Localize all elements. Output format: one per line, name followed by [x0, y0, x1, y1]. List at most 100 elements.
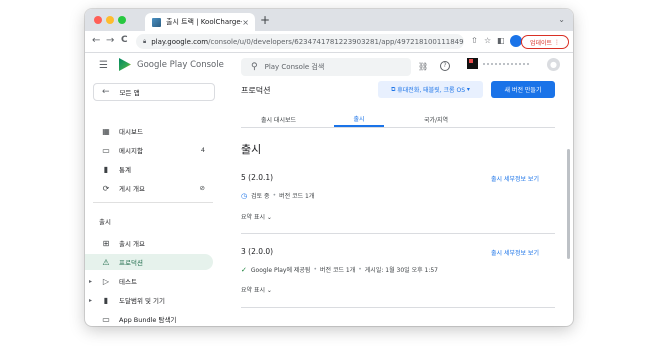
- play-circle-icon: ▷: [102, 276, 110, 286]
- sidebar-item-label: App Bundle 탐색기: [119, 316, 177, 324]
- sidebar-item-label: 게시 개요: [119, 185, 145, 193]
- tab-strip: 출시 트랙 | KoolCharge-클리지 × + ⌄: [85, 9, 573, 31]
- sidebar-section-release: 출시: [99, 218, 111, 226]
- page-title: 프로덕션: [241, 86, 271, 95]
- app-header: ☰ Google Play Console ⚲ Play Console 검색 …: [85, 53, 573, 77]
- menu-icon[interactable]: ☰: [99, 60, 108, 71]
- tab-release-dashboard[interactable]: 출시 대시보드: [241, 111, 316, 127]
- sidebar-item-release-overview[interactable]: ⊞ 출시 개요: [85, 235, 213, 251]
- sidebar-item-testing[interactable]: ▸ ▷ 테스트: [85, 273, 213, 289]
- expand-caret-icon[interactable]: ▸: [89, 297, 92, 304]
- bookmark-star-icon[interactable]: ☆: [484, 36, 491, 45]
- play-console-favicon: [152, 17, 161, 27]
- tab-countries[interactable]: 국가/지역: [391, 111, 481, 127]
- tab-close-icon[interactable]: ×: [242, 18, 249, 27]
- section-title: 출시: [241, 143, 262, 156]
- search-input[interactable]: ⚲ Play Console 검색: [241, 58, 411, 76]
- sidebar-item-label: 통계: [119, 166, 131, 174]
- chevron-down-icon: ⌄: [266, 287, 272, 294]
- back-button[interactable]: ←: [92, 35, 100, 46]
- expand-caret-icon[interactable]: ▸: [89, 278, 92, 285]
- release-divider: [241, 233, 555, 234]
- inbox-icon: ▭: [102, 145, 110, 155]
- link-icon[interactable]: ⛓: [418, 62, 428, 71]
- developer-account-name[interactable]: [483, 63, 529, 68]
- reload-button[interactable]: C: [121, 35, 128, 45]
- google-play-logo: [119, 58, 131, 71]
- sidebar-divider: [93, 202, 213, 203]
- release-status: ◷ 검토 중 • 버전 코드 1개: [241, 191, 315, 201]
- all-apps-button[interactable]: ← 모든 앱: [93, 83, 215, 101]
- check-circle-icon: ✓: [241, 265, 247, 274]
- chevron-down-icon: ⌄: [266, 214, 272, 221]
- sidebar-item-label: 출시 개요: [119, 240, 145, 248]
- brand-name[interactable]: Google Play Console: [137, 60, 224, 70]
- dropdown-arrow-icon: ▾: [465, 86, 470, 93]
- tab-title: 출시 트랙 | KoolCharge-클리지: [166, 18, 242, 26]
- release-details-link[interactable]: 출시 세부정보 보기: [491, 174, 539, 183]
- sidebar: ← 모든 앱 ▦ 대시보드 ▭ 메시지함 4 ▮ 통계 ⟳ 게시 개요 ⊘ 출시…: [85, 79, 215, 326]
- url-text: play.google.com/console/u/0/developers/6…: [151, 37, 464, 46]
- sidebar-item-dashboard[interactable]: ▦ 대시보드: [85, 123, 213, 139]
- developer-account-logo[interactable]: [467, 58, 478, 69]
- maximize-window-button[interactable]: [118, 16, 126, 24]
- share-icon[interactable]: ⇧: [471, 36, 478, 45]
- new-tab-button[interactable]: +: [260, 13, 270, 27]
- tab-search-icon[interactable]: ⌄: [558, 15, 565, 24]
- play-console-app: ☰ Google Play Console ⚲ Play Console 검색 …: [85, 53, 573, 326]
- create-new-release-button[interactable]: 새 버전 만들기: [491, 81, 555, 98]
- sidebar-item-label: 도달범위 및 기기: [119, 297, 165, 305]
- release-divider: [241, 307, 555, 308]
- browser-window: 출시 트랙 | KoolCharge-클리지 × + ⌄ ← → C 🔒︎ pl…: [85, 9, 573, 326]
- browser-tab[interactable]: 출시 트랙 | KoolCharge-클리지 ×: [145, 13, 255, 31]
- sidebar-item-publishing-overview[interactable]: ⟳ 게시 개요 ⊘: [85, 180, 213, 196]
- sync-off-icon: ⊘: [199, 184, 205, 192]
- sidebar-item-production[interactable]: ⚠ 프로덕션: [85, 254, 213, 270]
- browser-toolbar: ← → C 🔒︎ play.google.com/console/u/0/dev…: [85, 31, 573, 53]
- inbox-count-badge: 4: [200, 146, 205, 154]
- reach-chart-icon: ▮: [103, 295, 109, 305]
- scrollbar[interactable]: [567, 149, 570, 259]
- sidebar-item-inbox[interactable]: ▭ 메시지함 4: [85, 142, 213, 158]
- lock-icon: 🔒︎: [143, 37, 147, 45]
- device-type-dropdown[interactable]: ⧉ 휴대전화, 태블릿, 크롬 OS ▾: [378, 81, 483, 98]
- release-details-link[interactable]: 출시 세부정보 보기: [491, 248, 539, 257]
- arrow-back-icon: ←: [102, 87, 110, 97]
- sidebar-item-label: 테스트: [119, 278, 137, 286]
- side-panel-icon[interactable]: ◧: [497, 36, 505, 45]
- release-status: ✓ Google Play에 제공됨 • 버전 코드 1개 • 게시일: 1월 …: [241, 265, 438, 275]
- sidebar-item-label: 메시지함: [119, 147, 143, 155]
- close-window-button[interactable]: [94, 16, 102, 24]
- update-button[interactable]: 업데이트 ⋮: [521, 35, 569, 49]
- search-icon: ⚲: [251, 62, 258, 72]
- bar-chart-icon: ▮: [103, 164, 109, 174]
- clock-icon: ◷: [241, 191, 248, 200]
- sidebar-item-reach-devices[interactable]: ▸ ▮ 도달범위 및 기기: [85, 292, 213, 308]
- show-summary-toggle[interactable]: 요약 표시 ⌄: [241, 285, 272, 294]
- release-title: 3 (2.0.0): [241, 247, 274, 256]
- tab-releases[interactable]: 출시: [334, 111, 384, 127]
- release-title: 5 (2.0.1): [241, 173, 274, 182]
- version-code-count: 버전 코드 1개: [320, 267, 356, 274]
- dashboard-icon: ▦: [102, 126, 110, 136]
- sidebar-item-label: 프로덕션: [119, 259, 143, 267]
- sidebar-item-app-bundle-explorer[interactable]: ▭ App Bundle 탐색기: [85, 311, 213, 326]
- production-icon: ⚠: [102, 257, 110, 267]
- grid-icon: ⊞: [102, 238, 110, 248]
- main-content: 프로덕션 ⧉ 휴대전화, 태블릿, 크롬 OS ▾ 새 버전 만들기 출시 대시…: [241, 79, 573, 326]
- forward-button[interactable]: →: [106, 35, 114, 46]
- search-placeholder: Play Console 검색: [264, 63, 325, 71]
- sidebar-item-label: 대시보드: [119, 128, 143, 136]
- show-summary-toggle[interactable]: 요약 표시 ⌄: [241, 212, 272, 221]
- release-tabs: 출시 대시보드 출시 국가/지역: [241, 111, 555, 128]
- sidebar-item-statistics[interactable]: ▮ 통계: [85, 161, 213, 177]
- all-apps-label: 모든 앱: [119, 89, 140, 97]
- help-icon[interactable]: ?: [440, 61, 450, 71]
- published-date: 게시일: 1월 30일 오후 1:57: [364, 267, 438, 274]
- publishing-icon: ⟳: [102, 183, 110, 193]
- user-avatar[interactable]: ●: [547, 58, 560, 71]
- bundle-icon: ▭: [102, 314, 110, 324]
- address-bar[interactable]: 🔒︎ play.google.com/console/u/0/developer…: [136, 34, 464, 49]
- version-code-count: 버전 코드 1개: [279, 193, 315, 200]
- minimize-window-button[interactable]: [106, 16, 114, 24]
